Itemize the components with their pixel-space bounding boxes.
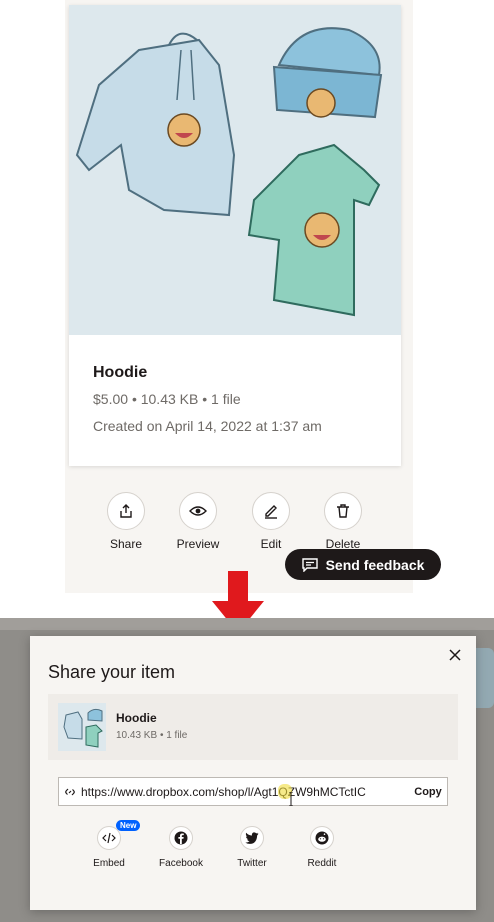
background-bar xyxy=(0,618,494,630)
facebook-icon-circle xyxy=(169,826,193,850)
edit-label: Edit xyxy=(260,537,282,551)
reddit-button[interactable]: Reddit xyxy=(287,826,357,869)
feedback-label: Send feedback xyxy=(325,556,425,573)
close-icon[interactable] xyxy=(446,646,464,664)
share-label: Share xyxy=(109,537,143,551)
product-image xyxy=(69,5,401,335)
code-icon xyxy=(102,832,116,844)
preview-label: Preview xyxy=(176,537,220,551)
product-files: 1 file xyxy=(211,391,241,407)
pencil-icon xyxy=(265,505,277,519)
twitter-label: Twitter xyxy=(237,858,267,869)
product-size: 10.43 KB xyxy=(140,391,199,407)
twitter-icon xyxy=(245,832,259,844)
share-button[interactable]: Share xyxy=(96,492,156,551)
trash-icon xyxy=(337,504,349,518)
delete-button[interactable]: Delete xyxy=(313,492,373,551)
embed-button[interactable]: New Embed xyxy=(74,820,144,869)
twitter-button[interactable]: Twitter xyxy=(217,826,287,869)
product-panel: Hoodie $5.00 • 10.43 KB • 1 file Created… xyxy=(65,0,413,593)
embed-label: Embed xyxy=(93,858,125,869)
product-card[interactable]: Hoodie $5.00 • 10.43 KB • 1 file Created… xyxy=(69,5,401,466)
facebook-button[interactable]: Facebook xyxy=(146,826,216,869)
facebook-icon xyxy=(174,831,188,845)
reddit-label: Reddit xyxy=(307,858,337,869)
product-created-date: Created on April 14, 2022 at 1:37 am xyxy=(93,418,322,434)
share-link-field: Copy xyxy=(58,777,448,806)
shared-item: Hoodie 10.43 KB • 1 file xyxy=(48,694,458,760)
item-name: Hoodie xyxy=(116,711,157,725)
share-link-input[interactable] xyxy=(81,784,409,799)
meta-separator: • xyxy=(202,391,212,407)
product-title: Hoodie xyxy=(93,364,148,381)
new-badge: New xyxy=(116,820,141,831)
product-actions: Share Preview Edit Delete xyxy=(105,492,365,552)
eye-icon xyxy=(189,506,207,516)
edit-button[interactable]: Edit xyxy=(241,492,301,551)
meta-separator: • xyxy=(131,391,141,407)
copy-button[interactable]: Copy xyxy=(409,778,447,805)
product-price: $5.00 xyxy=(93,391,129,407)
share-modal: Share your item Hoodie 10.43 KB • 1 file… xyxy=(30,636,476,910)
item-files: 1 file xyxy=(166,730,188,741)
item-meta: 10.43 KB • 1 file xyxy=(116,730,187,741)
share-icon-circle xyxy=(107,492,145,530)
link-icon xyxy=(59,778,81,805)
edit-icon-circle xyxy=(252,492,290,530)
preview-button[interactable]: Preview xyxy=(168,492,228,551)
facebook-label: Facebook xyxy=(159,858,203,869)
item-size: 10.43 KB xyxy=(116,730,158,741)
share-modal-title: Share your item xyxy=(48,662,176,682)
share-targets: New Embed Facebook Twitter Reddit xyxy=(74,820,416,876)
preview-icon-circle xyxy=(179,492,217,530)
twitter-icon-circle xyxy=(240,826,264,850)
reddit-icon-circle xyxy=(310,826,334,850)
product-meta: $5.00 • 10.43 KB • 1 file xyxy=(93,391,241,407)
reddit-icon xyxy=(315,831,329,845)
feedback-icon xyxy=(301,557,318,572)
delete-icon-circle xyxy=(324,492,362,530)
item-thumbnail xyxy=(58,703,106,751)
send-feedback-button[interactable]: Send feedback xyxy=(285,549,441,580)
share-icon xyxy=(120,504,132,518)
